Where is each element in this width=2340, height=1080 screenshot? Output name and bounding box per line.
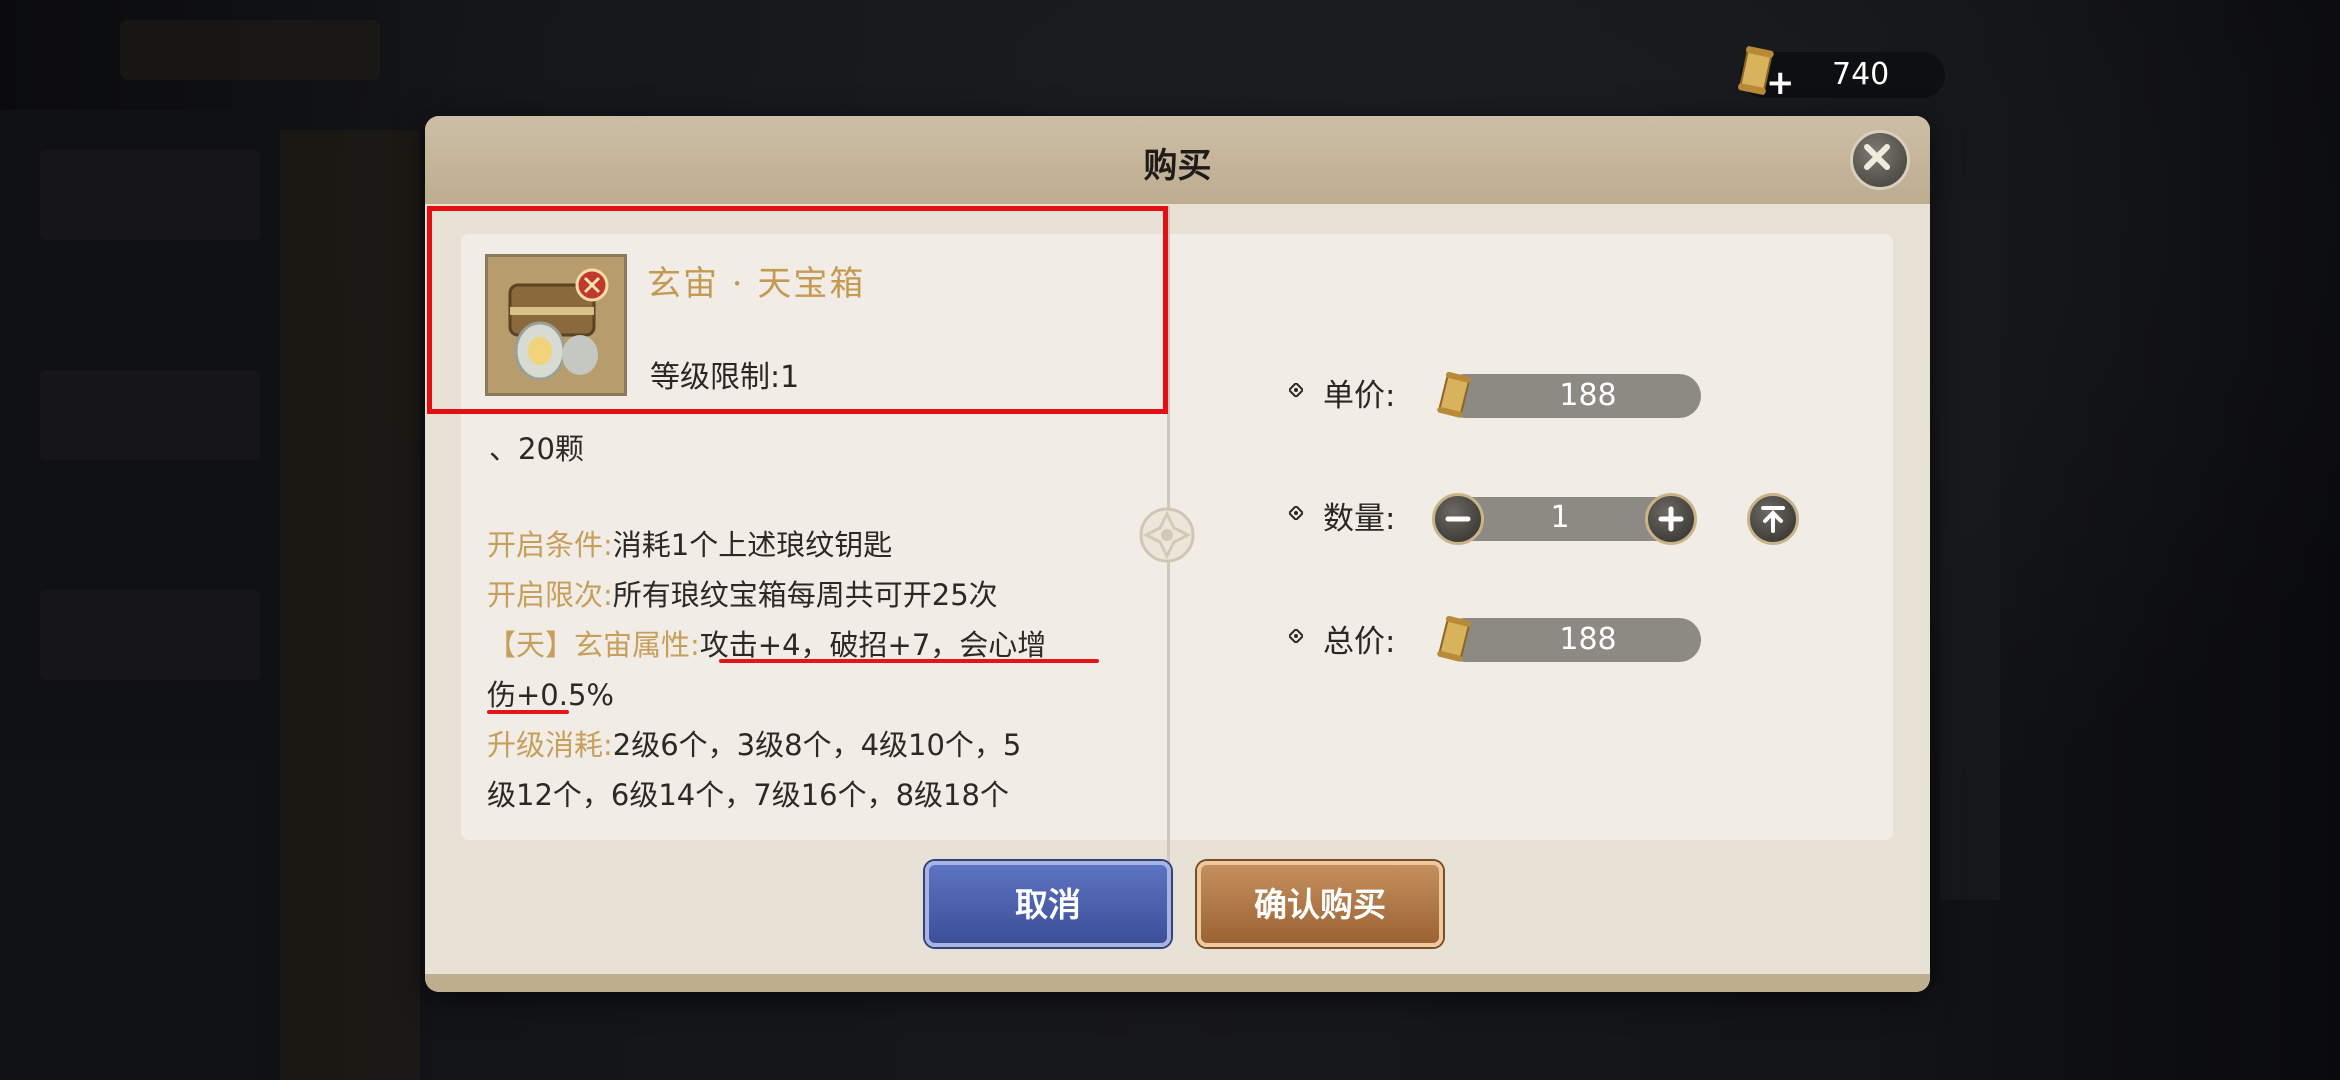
plus-icon [1658,506,1684,532]
confirm-purchase-button[interactable]: 确认购买 [1197,861,1443,947]
attribute-line-cont: 伤+0.5% [487,678,614,712]
total-price-value: 188 [1559,622,1617,657]
unit-price-value: 188 [1559,378,1617,413]
attribute-line: 【天】玄宙属性:攻击+4，破招+7，会心增 [487,622,1046,664]
upgrade-cost-line: 升级消耗:2级6个，3级8个，4级10个，5 [487,722,1021,764]
upgrade-cost-label: 升级消耗: [487,728,613,762]
dialog-bottom-border [425,974,1930,992]
quantity-plus-button[interactable] [1645,493,1697,545]
bullet-icon [1289,383,1303,397]
open-limit-line: 开启限次:所有琅纹宝箱每周共可开25次 [487,572,998,614]
open-condition-value: 消耗1个上述琅纹钥匙 [612,528,893,562]
attribute-underline-cont [487,710,569,714]
cancel-button[interactable]: 取消 [925,861,1171,947]
upgrade-cost-value: 2级6个，3级8个，4级10个，5 [612,728,1022,762]
scroll-currency-icon [1437,615,1472,662]
total-price-label: 总价: [1323,624,1396,660]
quantity-value[interactable]: 1 [1485,500,1635,535]
currency-value: 740 [1832,57,1890,92]
currency-display[interactable]: + 740 [1738,46,1945,100]
bullet-icon [1289,629,1303,643]
quantity-label: 数量: [1323,501,1396,537]
highlight-annotation-box [427,206,1168,414]
unit-price-label: 单价: [1323,378,1396,414]
max-arrow-icon [1761,506,1785,533]
dialog-title: 购买 [1143,146,1212,186]
quantity-max-button[interactable] [1747,493,1799,545]
open-limit-label: 开启限次: [487,578,613,612]
attribute-label: 【天】玄宙属性: [487,628,700,662]
open-limit-value: 所有琅纹宝箱每周共可开25次 [612,578,998,612]
upgrade-cost-line-cont: 级12个，6级14个，7级16个，8级18个 [487,778,1009,812]
attribute-value: 攻击+4，破招+7，会心增 [699,628,1047,662]
description-line: 、20颗 [489,432,584,466]
purchase-dialog: 购买 玄宙 · 天宝箱 等级限制:1 、20颗 开启条件:消耗1个上述琅纹钥匙 [425,116,1930,992]
attribute-underline [719,659,1099,663]
scroll-currency-icon [1437,371,1472,418]
close-icon [1864,144,1890,170]
close-button[interactable] [1850,130,1910,190]
minus-icon [1445,516,1471,522]
dialog-header: 购买 [425,116,1930,204]
open-condition-line: 开启条件:消耗1个上述琅纹钥匙 [487,522,892,564]
quantity-minus-button[interactable] [1432,493,1484,545]
bullet-icon [1289,506,1303,520]
ornament-icon [1139,507,1195,563]
currency-add-icon[interactable]: + [1766,66,1795,100]
open-condition-label: 开启条件: [487,528,613,562]
